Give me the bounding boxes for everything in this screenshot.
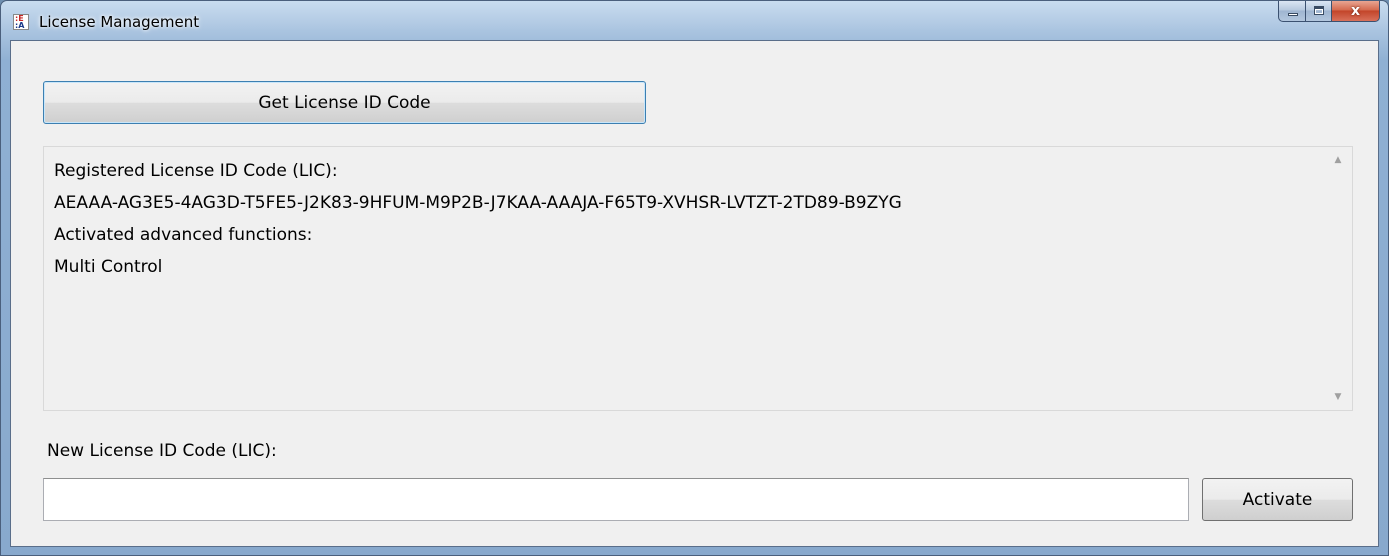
registered-lic-value: AEAAA-AG3E5-4AG3D-T5FE5-J2K83-9HFUM-M9P2… (54, 193, 902, 213)
registered-lic-label: Registered License ID Code (LIC): (54, 161, 338, 181)
activated-function-item: Multi Control (54, 257, 163, 277)
app-logo-icon: :E:A (13, 14, 29, 30)
license-info-text: Registered License ID Code (LIC): AEAAA-… (54, 155, 902, 283)
get-license-id-code-button[interactable]: Get License ID Code (43, 81, 646, 124)
minimize-button[interactable] (1278, 1, 1306, 22)
license-info-panel[interactable]: Registered License ID Code (LIC): AEAAA-… (43, 146, 1353, 411)
title-bar[interactable]: :E:A License Management x (1, 1, 1388, 41)
scroll-up-arrow-icon[interactable]: ▲ (1324, 147, 1352, 173)
dialog-client-area: Get License ID Code Registered License I… (10, 40, 1379, 547)
close-icon: x (1350, 3, 1361, 19)
scroll-down-arrow-icon[interactable]: ▼ (1324, 384, 1352, 410)
minimize-icon (1288, 13, 1298, 16)
close-button[interactable]: x (1332, 1, 1380, 22)
activate-button[interactable]: Activate (1202, 478, 1353, 521)
maximize-icon (1314, 6, 1324, 15)
license-management-window: :E:A License Management x Get License ID… (0, 0, 1389, 556)
activated-functions-label: Activated advanced functions: (54, 225, 313, 245)
new-lic-label: New License ID Code (LIC): (47, 441, 277, 461)
caption-buttons: x (1278, 1, 1380, 23)
maximize-button[interactable] (1306, 1, 1332, 22)
new-lic-input[interactable] (43, 478, 1189, 521)
window-title: License Management (39, 13, 200, 31)
vertical-scrollbar[interactable]: ▲ ▼ (1324, 147, 1352, 410)
